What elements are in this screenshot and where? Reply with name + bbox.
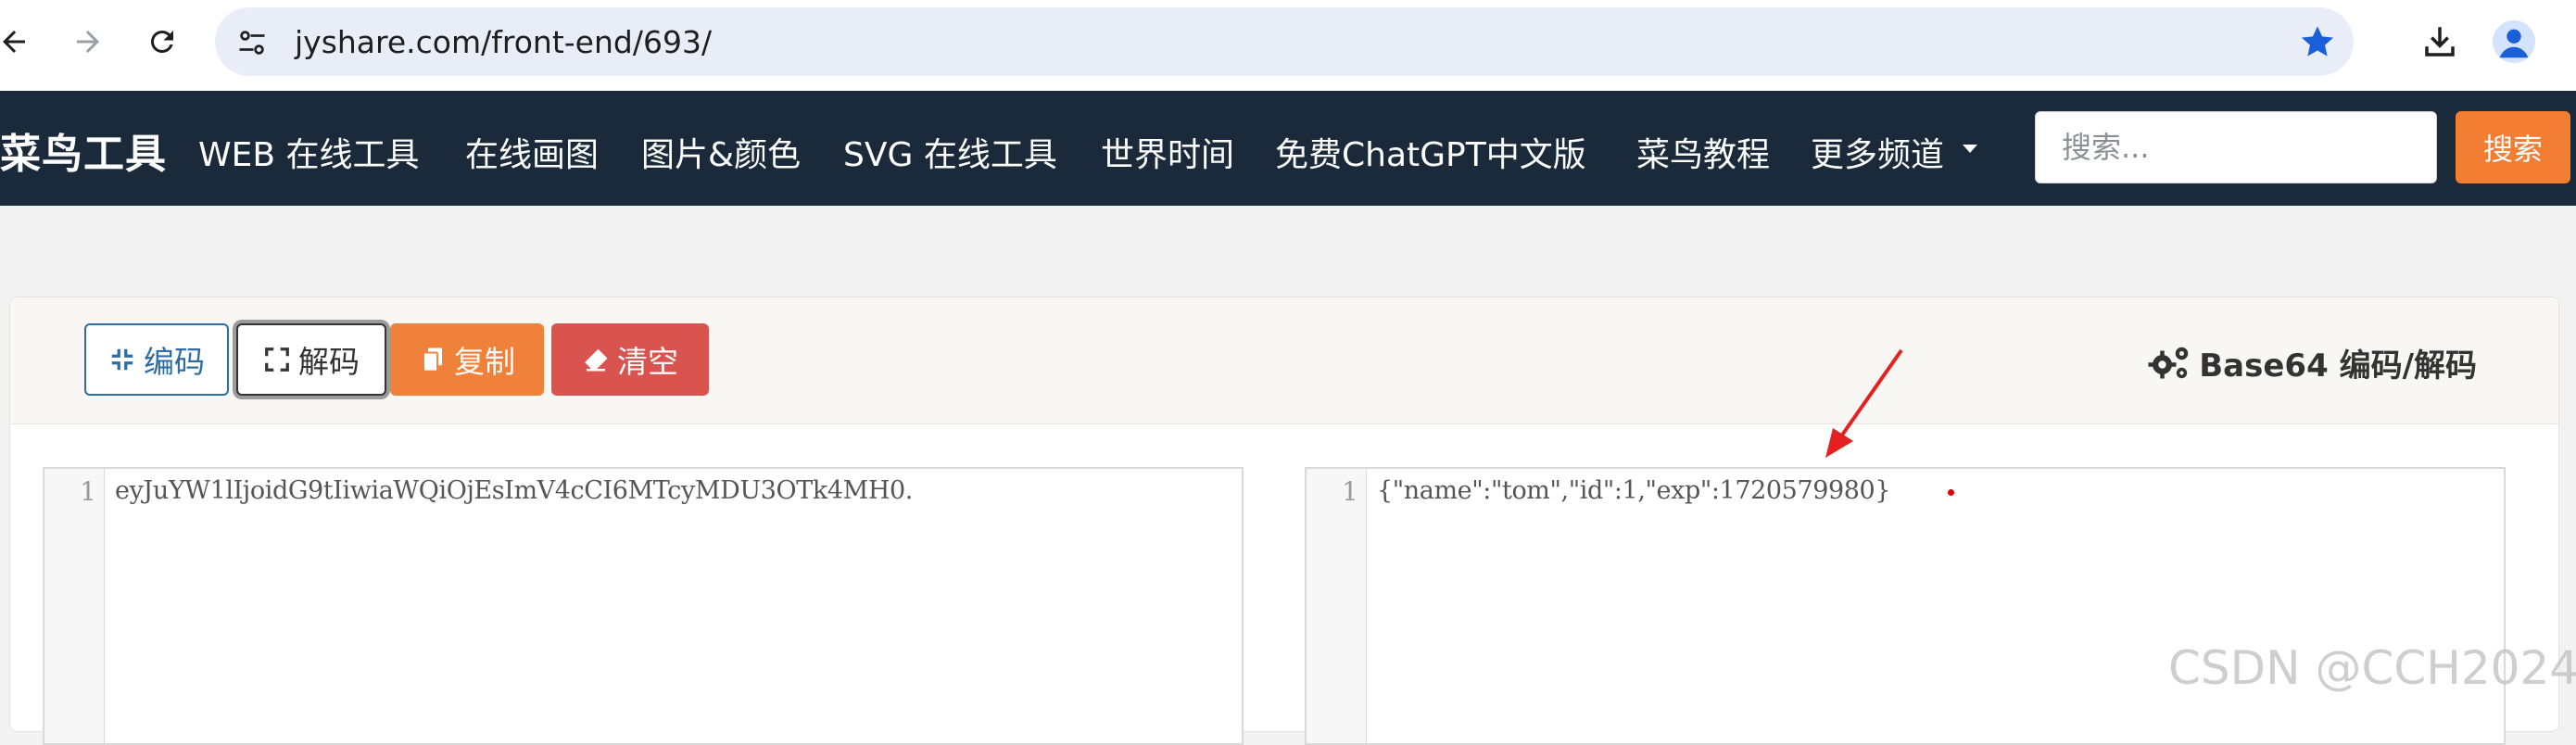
copy-button[interactable]: 复制: [390, 323, 544, 396]
output-editor[interactable]: 1 {"name":"tom","id":1,"exp":1720579980}: [1305, 467, 2506, 745]
line-gutter: 1: [44, 469, 105, 743]
gears-icon: [2148, 347, 2189, 378]
decode-label: 解码: [298, 344, 360, 380]
site-logo[interactable]: 菜鸟工具: [0, 120, 167, 180]
search-input[interactable]: [2035, 111, 2437, 183]
nav-item-svg-tools[interactable]: SVG 在线工具: [843, 128, 1057, 176]
nav-item-image-color[interactable]: 图片&颜色: [641, 128, 801, 176]
clear-label: 清空: [617, 344, 678, 380]
compress-icon: [111, 348, 133, 371]
nav-item-more-channels[interactable]: 更多频道: [1811, 128, 1944, 176]
nav-item-tutorial[interactable]: 菜鸟教程: [1636, 128, 1770, 176]
watermark: CSDN @CCH2024: [2168, 641, 2576, 695]
input-editor[interactable]: 1 eyJuYW1lIjoidG9tIiwiaWQiOjEsImV4cCI6MT…: [43, 467, 1244, 745]
tune-icon[interactable]: [235, 26, 269, 59]
eraser-icon: [583, 348, 608, 372]
decode-button[interactable]: 解码: [236, 323, 386, 396]
clear-button[interactable]: 清空: [551, 323, 709, 396]
encode-button[interactable]: 编码: [84, 323, 229, 396]
chevron-down-icon[interactable]: [1963, 145, 1977, 153]
reload-button[interactable]: [141, 20, 183, 63]
reload-icon: [150, 30, 173, 53]
card-title: Base64 编码/解码: [2147, 340, 2477, 385]
browser-toolbar: jyshare.com/front-end/693/: [0, 0, 2576, 91]
card-title-text: Base64 编码/解码: [2199, 347, 2477, 385]
profile-icon[interactable]: [2493, 20, 2535, 63]
annotation-dot: [1948, 489, 1954, 496]
encode-label: 编码: [144, 344, 205, 380]
arrow-right-icon: [77, 31, 99, 53]
line-number: 1: [1342, 476, 1358, 507]
line-gutter: 1: [1307, 469, 1367, 743]
nav-item-chatgpt[interactable]: 免费ChatGPT中文版: [1275, 128, 1586, 176]
search-button[interactable]: 搜索: [2456, 111, 2570, 183]
back-button[interactable]: [0, 20, 35, 63]
address-bar[interactable]: jyshare.com/front-end/693/: [215, 7, 2354, 76]
download-icon[interactable]: [2420, 22, 2459, 61]
copy-icon: [423, 347, 442, 372]
line-number: 1: [80, 476, 96, 507]
nav-item-world-time[interactable]: 世界时间: [1101, 128, 1234, 176]
input-code-line[interactable]: eyJuYW1lIjoidG9tIiwiaWQiOjEsImV4cCI6MTcy…: [115, 476, 913, 505]
forward-button[interactable]: [67, 20, 109, 63]
url-text[interactable]: jyshare.com/front-end/693/: [295, 24, 712, 60]
output-code-line[interactable]: {"name":"tom","id":1,"exp":1720579980}: [1377, 476, 1891, 505]
copy-label: 复制: [454, 344, 515, 380]
nav-item-drawing[interactable]: 在线画图: [465, 128, 599, 176]
nav-item-web-tools[interactable]: WEB 在线工具: [198, 128, 419, 176]
arrow-left-icon: [3, 31, 25, 53]
annotation-arrow-icon: [1825, 348, 1903, 458]
expand-icon: [265, 347, 289, 372]
star-icon[interactable]: [2298, 22, 2337, 61]
card-header: 编码 解码 复制 清空 Base64 编码/解码: [10, 297, 2558, 424]
